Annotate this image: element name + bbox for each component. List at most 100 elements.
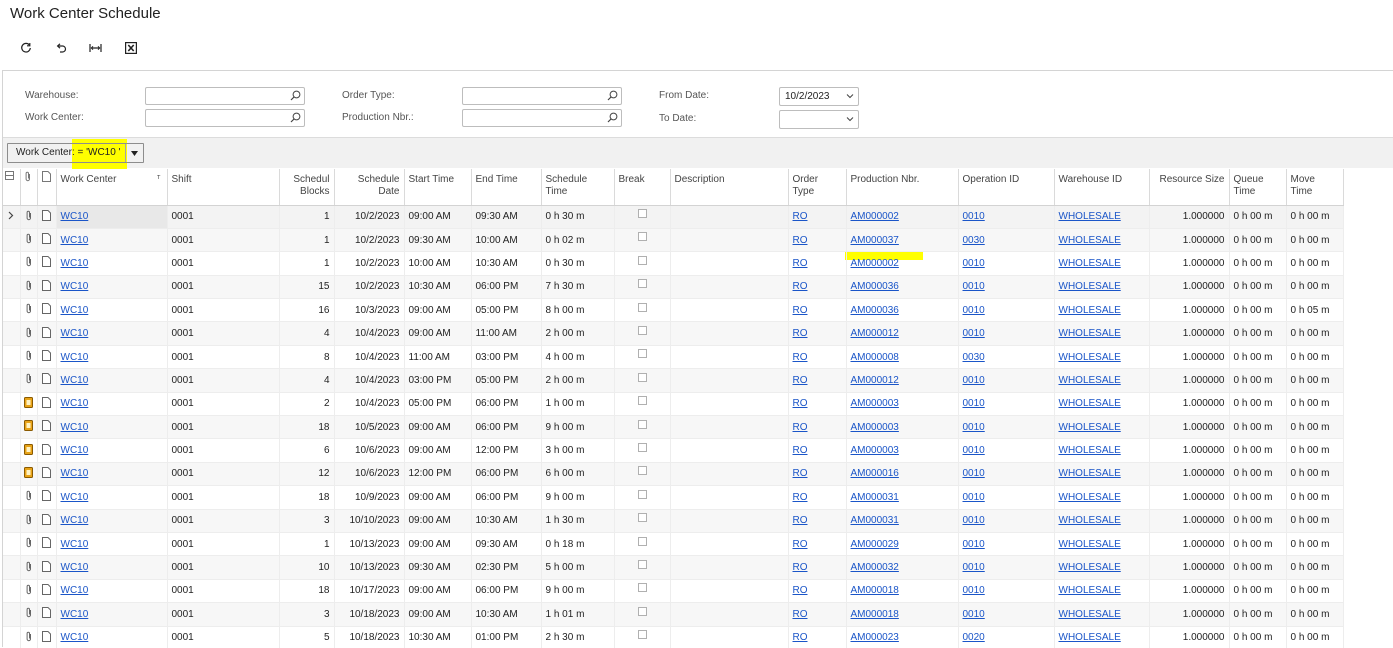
row-selector[interactable]	[3, 321, 21, 346]
work-center-link[interactable]: WC10	[61, 375, 89, 386]
row-note[interactable]	[37, 579, 57, 604]
cell-operation-id[interactable]: 0010	[958, 275, 1055, 300]
table-row[interactable]: WC10 0001 4 10/4/2023 03:00 PM 05:00 PM 2 h 00…	[3, 368, 1344, 393]
work-center-link[interactable]: WC10	[61, 515, 89, 526]
cell-warehouse-id[interactable]: WHOLESALE	[1054, 251, 1150, 276]
cell-order-type[interactable]: RO	[788, 275, 847, 300]
table-row[interactable]: WC10 0001 3 10/10/2023 09:00 AM 10:30 AM 1 h 3…	[3, 509, 1344, 533]
table-row[interactable]: WC10 0001 6 10/6/2023 09:00 AM 12:00 PM 3 h 00…	[3, 438, 1344, 463]
col-end-time[interactable]: End Time	[471, 169, 542, 206]
cell-work-center[interactable]: WC10	[56, 532, 168, 557]
order-type-link[interactable]: RO	[793, 632, 808, 643]
col-work-center[interactable]: Work Center ᵀ	[56, 169, 168, 206]
production-nbr-link[interactable]: AM000032	[851, 562, 899, 573]
cell-break[interactable]	[614, 368, 671, 393]
cell-break[interactable]	[614, 485, 671, 510]
operation-id-link[interactable]: 0010	[963, 281, 985, 292]
row-note[interactable]	[37, 275, 57, 300]
order-type-link[interactable]: RO	[793, 562, 808, 573]
warehouse-id-link[interactable]: WHOLESALE	[1059, 305, 1121, 316]
row-attachment[interactable]	[20, 532, 38, 557]
col-start-time[interactable]: Start Time	[404, 169, 472, 206]
cell-order-type[interactable]: RO	[788, 415, 847, 440]
warehouse-id-link[interactable]: WHOLESALE	[1059, 398, 1121, 409]
cell-operation-id[interactable]: 0010	[958, 485, 1055, 510]
production-nbr-link[interactable]: AM000036	[851, 305, 899, 316]
production-nbr-link[interactable]: AM000018	[851, 585, 899, 596]
col-warehouse-id[interactable]: Warehouse ID	[1054, 169, 1150, 206]
cell-order-type[interactable]: RO	[788, 251, 847, 276]
cell-work-center[interactable]: WC10	[56, 602, 168, 627]
cell-order-type[interactable]: RO	[788, 392, 847, 417]
cell-order-type[interactable]: RO	[788, 626, 847, 648]
from-date-picker[interactable]: 10/2/2023	[779, 87, 859, 106]
work-center-link[interactable]: WC10	[61, 585, 89, 596]
cell-warehouse-id[interactable]: WHOLESALE	[1054, 368, 1150, 393]
production-nbr-link[interactable]: AM000002	[851, 258, 899, 269]
row-selector[interactable]	[3, 485, 21, 510]
work-center-link[interactable]: WC10	[61, 328, 89, 339]
row-note[interactable]	[37, 368, 57, 393]
order-type-link[interactable]: RO	[793, 211, 808, 222]
row-note[interactable]	[37, 485, 57, 510]
cell-order-type[interactable]: RO	[788, 298, 847, 323]
cell-production-nbr[interactable]: AM000031	[846, 509, 959, 533]
cell-operation-id[interactable]: 0010	[958, 602, 1055, 627]
cell-warehouse-id[interactable]: WHOLESALE	[1054, 205, 1150, 229]
row-attachment[interactable]	[20, 415, 38, 440]
table-row[interactable]: WC10 0001 4 10/4/2023 09:00 AM 11:00 AM 2 h 00…	[3, 321, 1344, 346]
row-note[interactable]	[37, 509, 57, 533]
order-type-link[interactable]: RO	[793, 305, 808, 316]
operation-id-link[interactable]: 0010	[963, 211, 985, 222]
cell-order-type[interactable]: RO	[788, 555, 847, 580]
col-schedule-blocks[interactable]: Schedul Blocks	[279, 169, 335, 206]
col-attachment-header[interactable]	[20, 169, 38, 206]
cell-production-nbr[interactable]: AM000012	[846, 321, 959, 346]
cell-work-center[interactable]: WC10	[56, 228, 168, 253]
cell-warehouse-id[interactable]: WHOLESALE	[1054, 602, 1150, 627]
warehouse-id-link[interactable]: WHOLESALE	[1059, 235, 1121, 246]
warehouse-id-link[interactable]: WHOLESALE	[1059, 328, 1121, 339]
work-center-link[interactable]: WC10	[61, 235, 89, 246]
cell-operation-id[interactable]: 0010	[958, 205, 1055, 229]
order-type-link[interactable]: RO	[793, 398, 808, 409]
cell-production-nbr[interactable]: AM000016	[846, 462, 959, 487]
col-schedule-date[interactable]: Schedule Date	[334, 169, 405, 206]
col-operation-id[interactable]: Operation ID	[958, 169, 1055, 206]
cell-break[interactable]	[614, 415, 671, 440]
work-center-link[interactable]: WC10	[61, 211, 89, 222]
production-nbr-link[interactable]: AM000003	[851, 398, 899, 409]
production-nbr-link[interactable]: AM000029	[851, 539, 899, 550]
cell-production-nbr[interactable]: AM000003	[846, 438, 959, 463]
row-attachment[interactable]	[20, 251, 38, 276]
operation-id-link[interactable]: 0010	[963, 539, 985, 550]
cell-order-type[interactable]: RO	[788, 205, 847, 229]
production-nbr-link[interactable]: AM000003	[851, 445, 899, 456]
cell-work-center[interactable]: WC10	[56, 205, 168, 229]
operation-id-link[interactable]: 0030	[963, 352, 985, 363]
table-row[interactable]: WC10 0001 10 10/13/2023 09:30 AM 02:30 PM 5 h …	[3, 555, 1344, 580]
to-date-picker[interactable]	[779, 110, 859, 129]
col-shift[interactable]: Shift	[167, 169, 280, 206]
order-type-link[interactable]: RO	[793, 281, 808, 292]
cell-operation-id[interactable]: 0030	[958, 345, 1055, 370]
production-nbr-link[interactable]: AM000031	[851, 515, 899, 526]
break-checkbox[interactable]	[637, 606, 647, 616]
col-resource-size[interactable]: Resource Size	[1149, 169, 1230, 206]
operation-id-link[interactable]: 0010	[963, 305, 985, 316]
cell-work-center[interactable]: WC10	[56, 626, 168, 648]
col-schedule-time[interactable]: Schedule Time	[541, 169, 615, 206]
cell-break[interactable]	[614, 626, 671, 648]
cell-break[interactable]	[614, 579, 671, 604]
operation-id-link[interactable]: 0010	[963, 258, 985, 269]
production-nbr-link[interactable]: AM000036	[851, 281, 899, 292]
row-attachment[interactable]	[20, 321, 38, 346]
production-nbr-link[interactable]: AM000031	[851, 492, 899, 503]
work-center-link[interactable]: WC10	[61, 609, 89, 620]
order-type-link[interactable]: RO	[793, 609, 808, 620]
operation-id-link[interactable]: 0010	[963, 375, 985, 386]
row-selector[interactable]	[3, 555, 21, 580]
row-selector[interactable]	[3, 392, 21, 417]
cell-work-center[interactable]: WC10	[56, 485, 168, 510]
operation-id-link[interactable]: 0010	[963, 585, 985, 596]
